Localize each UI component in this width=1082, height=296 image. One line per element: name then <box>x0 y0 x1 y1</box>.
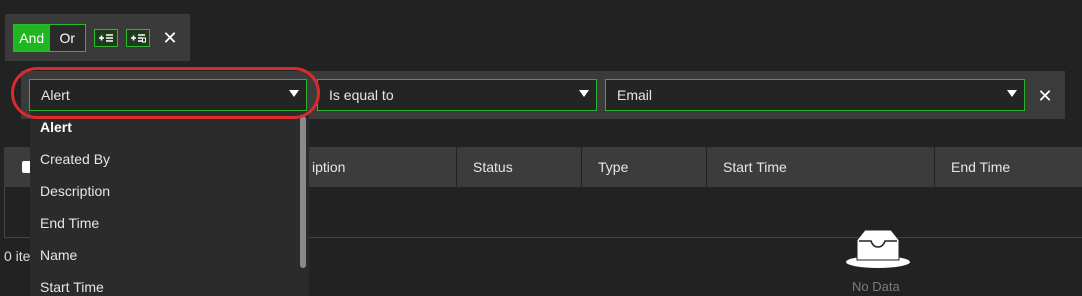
field-select[interactable]: Alert <box>29 79 307 111</box>
operator-select[interactable]: Is equal to <box>317 79 597 111</box>
operator-select-value: Is equal to <box>329 87 394 103</box>
close-icon: ✕ <box>1037 85 1053 106</box>
dropdown-option-created-by[interactable]: Created By <box>30 143 309 175</box>
dropdown-option-start-time[interactable]: Start Time <box>30 271 309 296</box>
table-body-border <box>4 187 5 237</box>
column-status[interactable]: Status <box>456 147 581 187</box>
field-select-value: Alert <box>41 87 70 103</box>
column-end-time[interactable]: End Time <box>934 147 1082 187</box>
add-condition-button[interactable] <box>94 29 118 47</box>
chevron-down-icon <box>579 90 589 97</box>
remove-group-button[interactable]: ✕ <box>160 28 180 48</box>
remove-condition-button[interactable]: ✕ <box>1035 86 1055 106</box>
dropdown-option-alert[interactable]: Alert <box>30 111 309 143</box>
no-data-text: No Data <box>852 279 900 294</box>
close-icon: ✕ <box>162 27 178 48</box>
dropdown-option-name[interactable]: Name <box>30 239 309 271</box>
chevron-down-icon <box>1007 90 1017 97</box>
add-condition-icon <box>99 34 113 42</box>
add-group-icon <box>131 34 146 43</box>
chevron-down-icon <box>289 90 299 97</box>
dropdown-option-end-time[interactable]: End Time <box>30 207 309 239</box>
dropdown-scrollbar[interactable] <box>300 116 306 268</box>
items-count: 0 ite <box>4 248 31 264</box>
value-select-value: Email <box>617 87 653 103</box>
dropdown-option-description[interactable]: Description <box>30 175 309 207</box>
column-description[interactable]: iption <box>296 147 456 187</box>
value-select[interactable]: Email <box>605 79 1025 111</box>
column-type[interactable]: Type <box>581 147 706 187</box>
and-or-toggle[interactable]: And Or <box>13 24 86 52</box>
add-group-button[interactable] <box>126 29 150 47</box>
empty-inbox-icon <box>846 229 910 268</box>
and-button[interactable]: And <box>14 25 50 51</box>
or-button[interactable]: Or <box>49 25 85 51</box>
column-start-time[interactable]: Start Time <box>706 147 934 187</box>
field-dropdown-list: Alert Created By Description End Time Na… <box>30 111 309 296</box>
